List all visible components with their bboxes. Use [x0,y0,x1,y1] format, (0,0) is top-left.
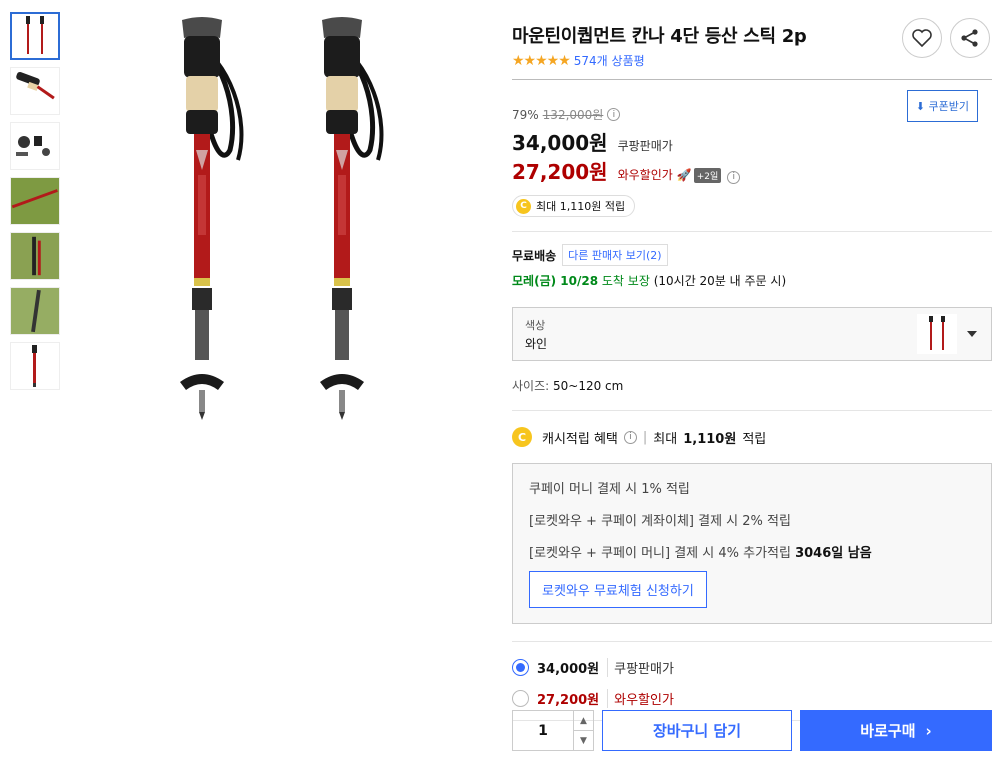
coupon-button[interactable]: ⬇ 쿠폰받기 [906,90,978,122]
wow-price-label: 와우할인가 [617,168,673,182]
size-divider [512,410,992,411]
arrival-date: 모레(금) 10/28 [512,274,599,288]
arrival-info: 모레(금) 10/28 도착 보장 (10시간 20분 내 주문 시) [512,272,992,289]
cash-max-amount: 1,110원 [683,431,737,447]
wishlist-button[interactable] [902,18,942,58]
wow-price: 27,200원 [512,160,608,184]
product-info-panel: 마운틴이퀍먼트 칸나 4단 등산 스틱 2p ★★★★★ 574개 상품평 79… [512,10,992,721]
add-to-cart-button[interactable]: 장바구니 담기 [602,710,792,751]
benefit-line-3-text: [로켓와우 + 쿠페이 머니] 결제 시 4% 추가적립 [529,546,791,561]
download-icon: ⬇ [915,100,926,113]
free-shipping: 무료배송 [512,248,557,263]
discount-rate: 79% [512,107,539,122]
radio-option-wow[interactable]: 27,200원 와우할인가 [512,689,992,708]
benefit-box: 쿠페이 머니 결제 시 1% 적립 [로켓와우 + 쿠페이 계좌이체] 결제 시… [512,463,992,624]
cash-benefit-label: 캐시적립 혜택 [542,431,618,447]
chevron-up-icon[interactable]: ▲ [574,711,593,731]
benefit-line-3: [로켓와우 + 쿠페이 머니] 결제 시 4% 추가적립 3046일 남음 [529,542,975,561]
separator: | [642,429,648,445]
coupang-price-label: 쿠팡판매가 [617,139,673,153]
radio-price: 27,200원 [537,693,600,708]
thumbnail-2[interactable] [10,67,60,115]
radio-label: 쿠팡판매가 [607,658,674,677]
radio-button[interactable] [512,659,529,676]
thumbnail-5[interactable] [10,232,60,280]
cash-max-prefix: 최대 [653,431,678,447]
max-points-text: 최대 1,110원 적립 [536,200,626,213]
option-label: 색상 [525,319,546,332]
color-option-select[interactable]: 색상 와인 [512,307,992,361]
benefit-days-left: 3046일 남음 [795,546,872,561]
other-sellers-button[interactable]: 다른 판매자 보기(2) [562,244,668,266]
info-icon[interactable]: i [727,170,741,184]
shipping-block: 무료배송 다른 판매자 보기(2) 모레(금) 10/28 도착 보장 (10시… [512,232,992,289]
coupon-button-label: 쿠폰받기 [928,100,969,113]
coupang-price-row: 34,000원 쿠팡판매가 [512,127,992,156]
thumbnail-3[interactable] [10,122,60,170]
thumbnail-7[interactable] [10,342,60,390]
rocket-icon: 🚀 [676,168,692,182]
size-value: 50~120 cm [553,379,624,393]
wow-price-row: 27,200원 와우할인가 🚀 +2일 i [512,156,992,185]
option-value: 와인 [525,337,548,351]
radio-price: 34,000원 [537,662,600,677]
original-price: 132,000원 [542,108,604,122]
product-main-image [150,10,410,420]
info-icon[interactable]: i [607,108,621,121]
cash-max-suffix: 적립 [742,431,767,447]
cash-coin-icon: C [516,198,531,214]
arrival-guarantee: 도착 보장 [601,274,650,288]
cash-benefit-row: C 캐시적립 혜택 i | 최대 1,110원 적립 [512,427,992,447]
radio-option-coupang[interactable]: 34,000원 쿠팡판매가 [512,658,992,677]
purchase-row: 1 ▲ ▼ 장바구니 담기 바로구매 › [512,710,992,751]
review-count-link[interactable]: 574개 상품평 [574,52,645,69]
thumbnail-1[interactable] [10,12,60,60]
thumbnail-4[interactable] [10,177,60,225]
quantity-stepper: 1 ▲ ▼ [512,710,594,751]
shipping-row: 무료배송 다른 판매자 보기(2) [512,244,992,266]
rating-stars: ★★★★★ [512,52,571,69]
chevron-down-icon[interactable]: ▼ [574,731,593,750]
share-button[interactable] [950,18,990,58]
wow-badge: +2일 [693,168,722,183]
heart-icon [912,29,932,47]
quantity-buttons: ▲ ▼ [573,711,593,750]
option-thumbnail [917,314,957,354]
radio-label: 와우할인가 [607,689,674,708]
points-pill: C 최대 1,110원 적립 [512,195,636,217]
buy-now-button[interactable]: 바로구매 › [800,710,992,751]
radio-button[interactable] [512,690,529,707]
coupang-price: 34,000원 [512,131,608,155]
buy-now-label: 바로구매 [860,722,916,740]
arrival-note: (10시간 20분 내 주문 시) [653,274,787,288]
info-icon[interactable]: i [623,430,637,444]
cash-coin-icon: C [512,427,532,447]
benefit-line-1: 쿠페이 머니 결제 시 1% 적립 [529,482,690,497]
thumbnail-6[interactable] [10,287,60,335]
thumbnail-list [10,12,62,397]
quantity-input[interactable]: 1 [513,711,573,750]
price-radio-group: 34,000원 쿠팡판매가 27,200원 와우할인가 [512,642,992,708]
chevron-right-icon: › [925,721,932,740]
size-row: 사이즈: 50~120 cm [512,377,992,410]
chevron-down-icon[interactable] [967,331,977,337]
wow-trial-button[interactable]: 로켓와우 무료체험 신청하기 [529,571,707,608]
share-icon [961,29,978,47]
size-label: 사이즈: [512,379,550,393]
title-divider [512,79,992,80]
benefit-line-2: [로켓와우 + 쿠페이 계좌이체] 결제 시 2% 적립 [529,514,791,529]
